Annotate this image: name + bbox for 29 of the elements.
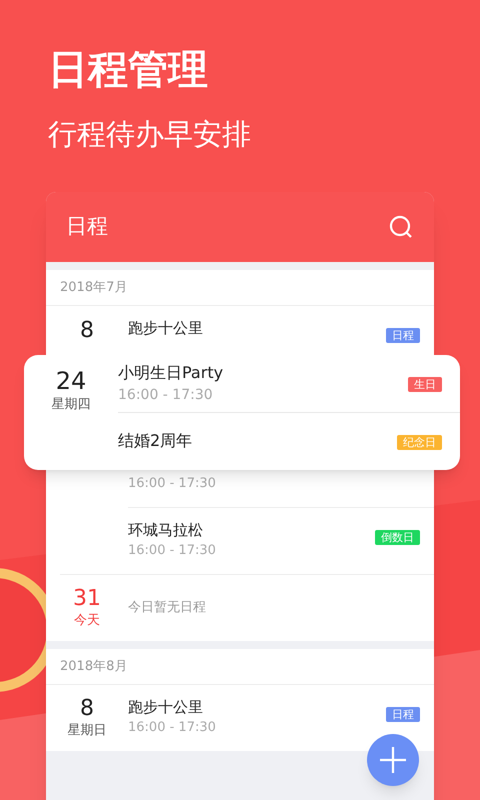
event-time: 16:00 - 17:30 [128, 475, 216, 493]
tag-label: 生日 [408, 377, 442, 392]
event-time: 16:00 - 17:30 [128, 542, 216, 560]
month-label: 2018年7月 [60, 278, 128, 297]
event-title: 小明生日Party [118, 362, 224, 384]
tag-label: 倒数日 [375, 530, 420, 545]
weekday-label: 星期四 [52, 396, 90, 414]
hero-title: 日程管理 [48, 46, 209, 95]
day-number: 31 [73, 586, 101, 612]
tag-label: 纪念日 [397, 435, 442, 450]
event-title: 跑步十公里 [128, 318, 203, 338]
day-number: 8 [80, 318, 94, 344]
card-title: 日程 [66, 213, 108, 240]
event-title: 环城马拉松 [128, 520, 203, 540]
search-icon[interactable] [388, 214, 414, 240]
event-time: 16:00 - 17:30 [128, 719, 216, 737]
tag-label: 日程 [386, 328, 420, 343]
month-label: 2018年8月 [60, 658, 128, 676]
plus-icon [379, 746, 407, 774]
event-time: 16:00 - 17:30 [118, 386, 213, 404]
tag-label: 日程 [386, 707, 420, 722]
weekday-label: 今天 [74, 612, 100, 630]
day-number: 8 [80, 696, 94, 722]
empty-note: 今日暂无日程 [128, 599, 206, 618]
event-title: 结婚2周年 [118, 430, 192, 452]
hero-subtitle: 行程待办早安排 [48, 116, 252, 153]
weekday-label: 星期日 [68, 722, 106, 740]
day-number: 24 [56, 367, 86, 395]
event-title: 跑步十公里 [128, 697, 203, 717]
